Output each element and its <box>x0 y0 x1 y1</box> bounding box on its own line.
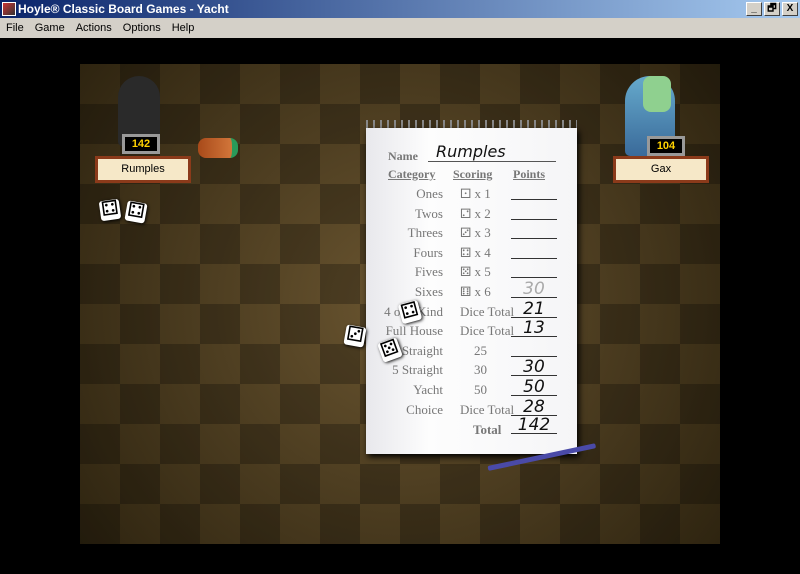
menu-help[interactable]: Help <box>172 22 195 34</box>
nameplate-gax: Gax <box>613 156 709 183</box>
restore-button[interactable]: 🗗 <box>764 2 780 16</box>
close-button[interactable]: X <box>782 2 798 16</box>
points-cell[interactable]: 50 <box>511 378 557 396</box>
category-label: Fours <box>413 244 443 260</box>
score-rumples: 142 <box>122 134 160 154</box>
header-points: Points <box>513 167 546 181</box>
menu-bar: File Game Actions Options Help <box>0 18 800 38</box>
minimize-button[interactable]: _ <box>746 2 762 16</box>
category-label: Ones <box>416 186 443 201</box>
points-cell[interactable]: 13 <box>511 319 557 338</box>
name-label: Name <box>388 149 418 163</box>
points-cell[interactable]: 28 <box>511 398 557 416</box>
points-cell[interactable]: 21 <box>511 300 557 318</box>
points-cell[interactable]: 30 <box>511 358 557 377</box>
menu-file[interactable]: File <box>6 22 24 34</box>
nameplate-rumples: Rumples <box>95 156 191 183</box>
score-gax: 104 <box>647 136 685 156</box>
points-cell[interactable] <box>511 182 557 200</box>
header-scoring: Scoring <box>453 167 493 181</box>
points-cell[interactable] <box>511 202 557 220</box>
menu-options[interactable]: Options <box>123 22 161 34</box>
window-title: Hoyle® Classic Board Games - Yacht <box>18 2 229 16</box>
category-label: Yacht <box>413 382 443 397</box>
points-cell[interactable] <box>511 241 557 259</box>
category-label: Twos <box>415 205 443 221</box>
die[interactable]: ⚃ <box>98 197 122 222</box>
player-name: Rumples <box>428 142 556 162</box>
total-points: 142 <box>511 416 557 434</box>
category-label: Threes <box>407 225 443 241</box>
die[interactable]: ⚃ <box>124 199 148 224</box>
dice-cup[interactable] <box>198 138 238 158</box>
category-label: Sixes <box>414 284 443 299</box>
points-cell[interactable]: 30 <box>511 280 557 298</box>
category-label: Fives <box>414 264 443 280</box>
title-bar: Hoyle® Classic Board Games - Yacht <box>0 0 800 18</box>
menu-game[interactable]: Game <box>35 22 65 34</box>
header-category: Category <box>388 167 436 181</box>
category-label: 5 Straight <box>392 362 443 378</box>
points-cell[interactable] <box>511 339 557 357</box>
points-cell[interactable] <box>511 221 557 240</box>
total-label: Total <box>473 422 502 437</box>
die[interactable]: ⚂ <box>343 323 367 348</box>
app-icon <box>2 2 16 16</box>
points-cell[interactable] <box>511 260 557 279</box>
scorecard-notepad: Name Rumples Category Scoring Points One… <box>366 128 577 454</box>
menu-actions[interactable]: Actions <box>76 22 112 34</box>
gax-head <box>643 76 671 112</box>
category-label: Choice <box>406 401 443 417</box>
